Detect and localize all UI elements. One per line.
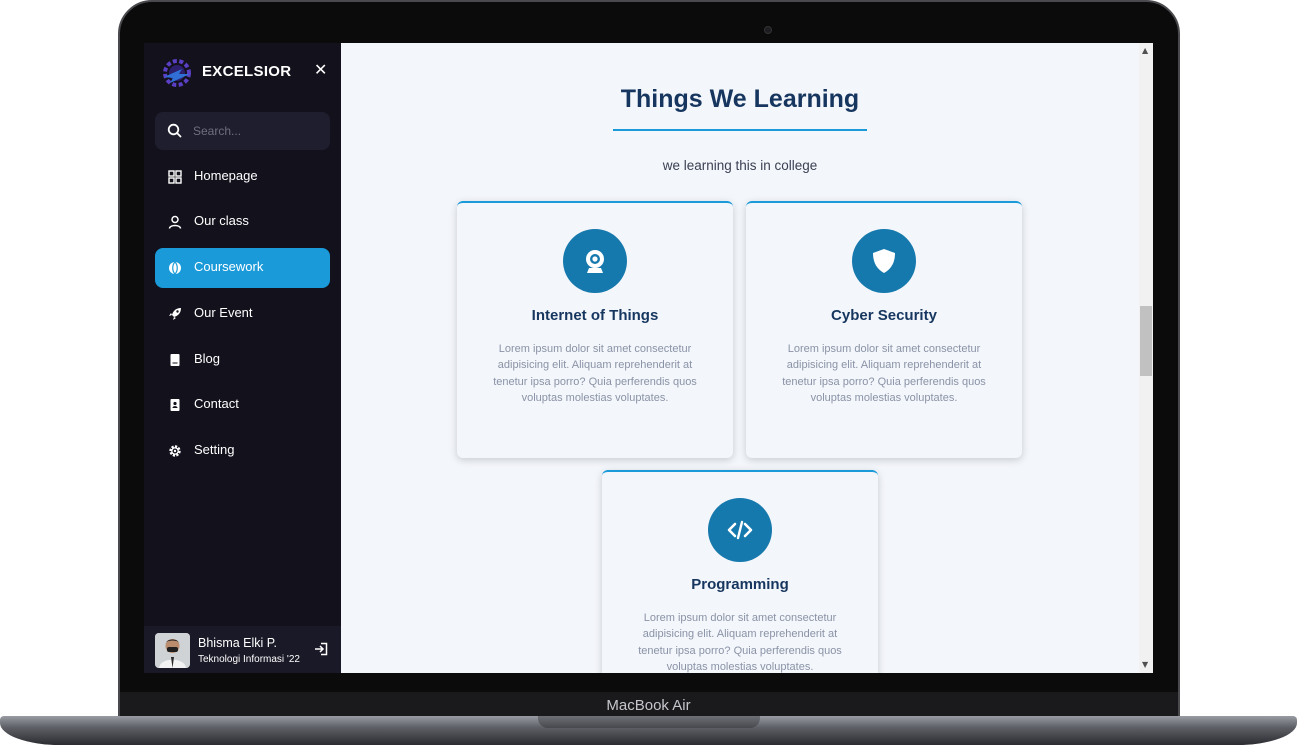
card-text: Lorem ipsum dolor sit amet consectetur a… [493, 343, 697, 404]
page-subtitle: we learning this in college [662, 158, 818, 173]
logout-icon[interactable] [314, 642, 328, 656]
close-icon[interactable]: ✕ [314, 62, 328, 78]
screen: EXCELSIOR ✕ Homepage Our class [144, 43, 1153, 673]
title-underline [613, 129, 867, 131]
card-internet-of-things[interactable]: Internet of Things Lorem ipsum dolor sit… [457, 201, 733, 458]
brand-logo-icon [163, 59, 191, 87]
card-icon-circle [708, 498, 772, 562]
sidebar-item-setting[interactable]: Setting [155, 431, 330, 471]
book-icon [170, 354, 180, 366]
card-cyber-security[interactable]: Cyber Security Lorem ipsum dolor sit ame… [746, 201, 1022, 458]
laptop-notch [538, 716, 760, 728]
sidebar: EXCELSIOR ✕ Homepage Our class [144, 43, 341, 673]
user-profile: Bhisma Elki P. Teknologi Informasi '22 [144, 626, 341, 673]
gear-icon [169, 445, 181, 457]
sidebar-item-blog[interactable]: Blog [155, 340, 330, 380]
card-text: Lorem ipsum dolor sit amet consectetur a… [638, 612, 842, 673]
scroll-down-arrow-icon[interactable]: ▼ [1142, 660, 1148, 669]
page-title: Things We Learning [620, 85, 860, 113]
brand-logo-row: EXCELSIOR [160, 55, 330, 91]
card-programming[interactable]: Programming Lorem ipsum dolor sit amet c… [602, 470, 878, 673]
sidebar-item-contact[interactable]: Contact [155, 385, 330, 425]
card-icon-circle [852, 229, 916, 293]
profile-name: Bhisma Elki P. [198, 636, 277, 650]
camera-dot [764, 26, 772, 34]
search-input[interactable] [193, 121, 318, 141]
brand-name: EXCELSIOR [202, 63, 292, 80]
card-text: Lorem ipsum dolor sit amet consectetur a… [782, 343, 986, 404]
user-icon [168, 215, 182, 229]
profile-role: Teknologi Informasi '22 [198, 654, 300, 665]
device-label: MacBook Air [606, 697, 691, 714]
scroll-up-arrow-icon[interactable]: ▲ [1142, 46, 1148, 55]
sidebar-item-our-event[interactable]: Our Event [155, 294, 330, 334]
sidebar-item-label: Our Event [194, 305, 253, 320]
sidebar-item-label: Blog [194, 351, 221, 366]
webcam-icon [586, 250, 604, 273]
search-box[interactable] [155, 112, 330, 150]
sidebar-item-label: Our class [194, 213, 249, 228]
sidebar-item-label: Coursework [194, 259, 264, 274]
avatar[interactable] [155, 633, 190, 668]
grid-icon [168, 170, 182, 184]
card-title: Cyber Security [831, 307, 937, 324]
sidebar-item-label: Contact [194, 396, 239, 411]
sidebar-item-label: Setting [194, 442, 235, 457]
shield-icon [873, 249, 895, 273]
main-content: Things We Learning we learning this in c… [341, 43, 1139, 673]
rocket-icon [169, 308, 181, 320]
sidebar-item-our-class[interactable]: Our class [155, 202, 330, 242]
search-icon [167, 123, 182, 138]
contact-icon [170, 399, 180, 411]
sidebar-item-coursework[interactable]: Coursework [155, 248, 330, 288]
vertical-scrollbar[interactable]: ▲ ▼ [1139, 43, 1153, 673]
sidebar-item-homepage[interactable]: Homepage [155, 157, 330, 197]
card-icon-circle [563, 229, 627, 293]
scroll-thumb[interactable] [1140, 306, 1152, 376]
card-title: Internet of Things [531, 307, 659, 324]
globe-icon [169, 261, 181, 275]
card-title: Programming [691, 576, 789, 593]
code-icon [727, 520, 753, 540]
sidebar-item-label: Homepage [194, 168, 258, 183]
